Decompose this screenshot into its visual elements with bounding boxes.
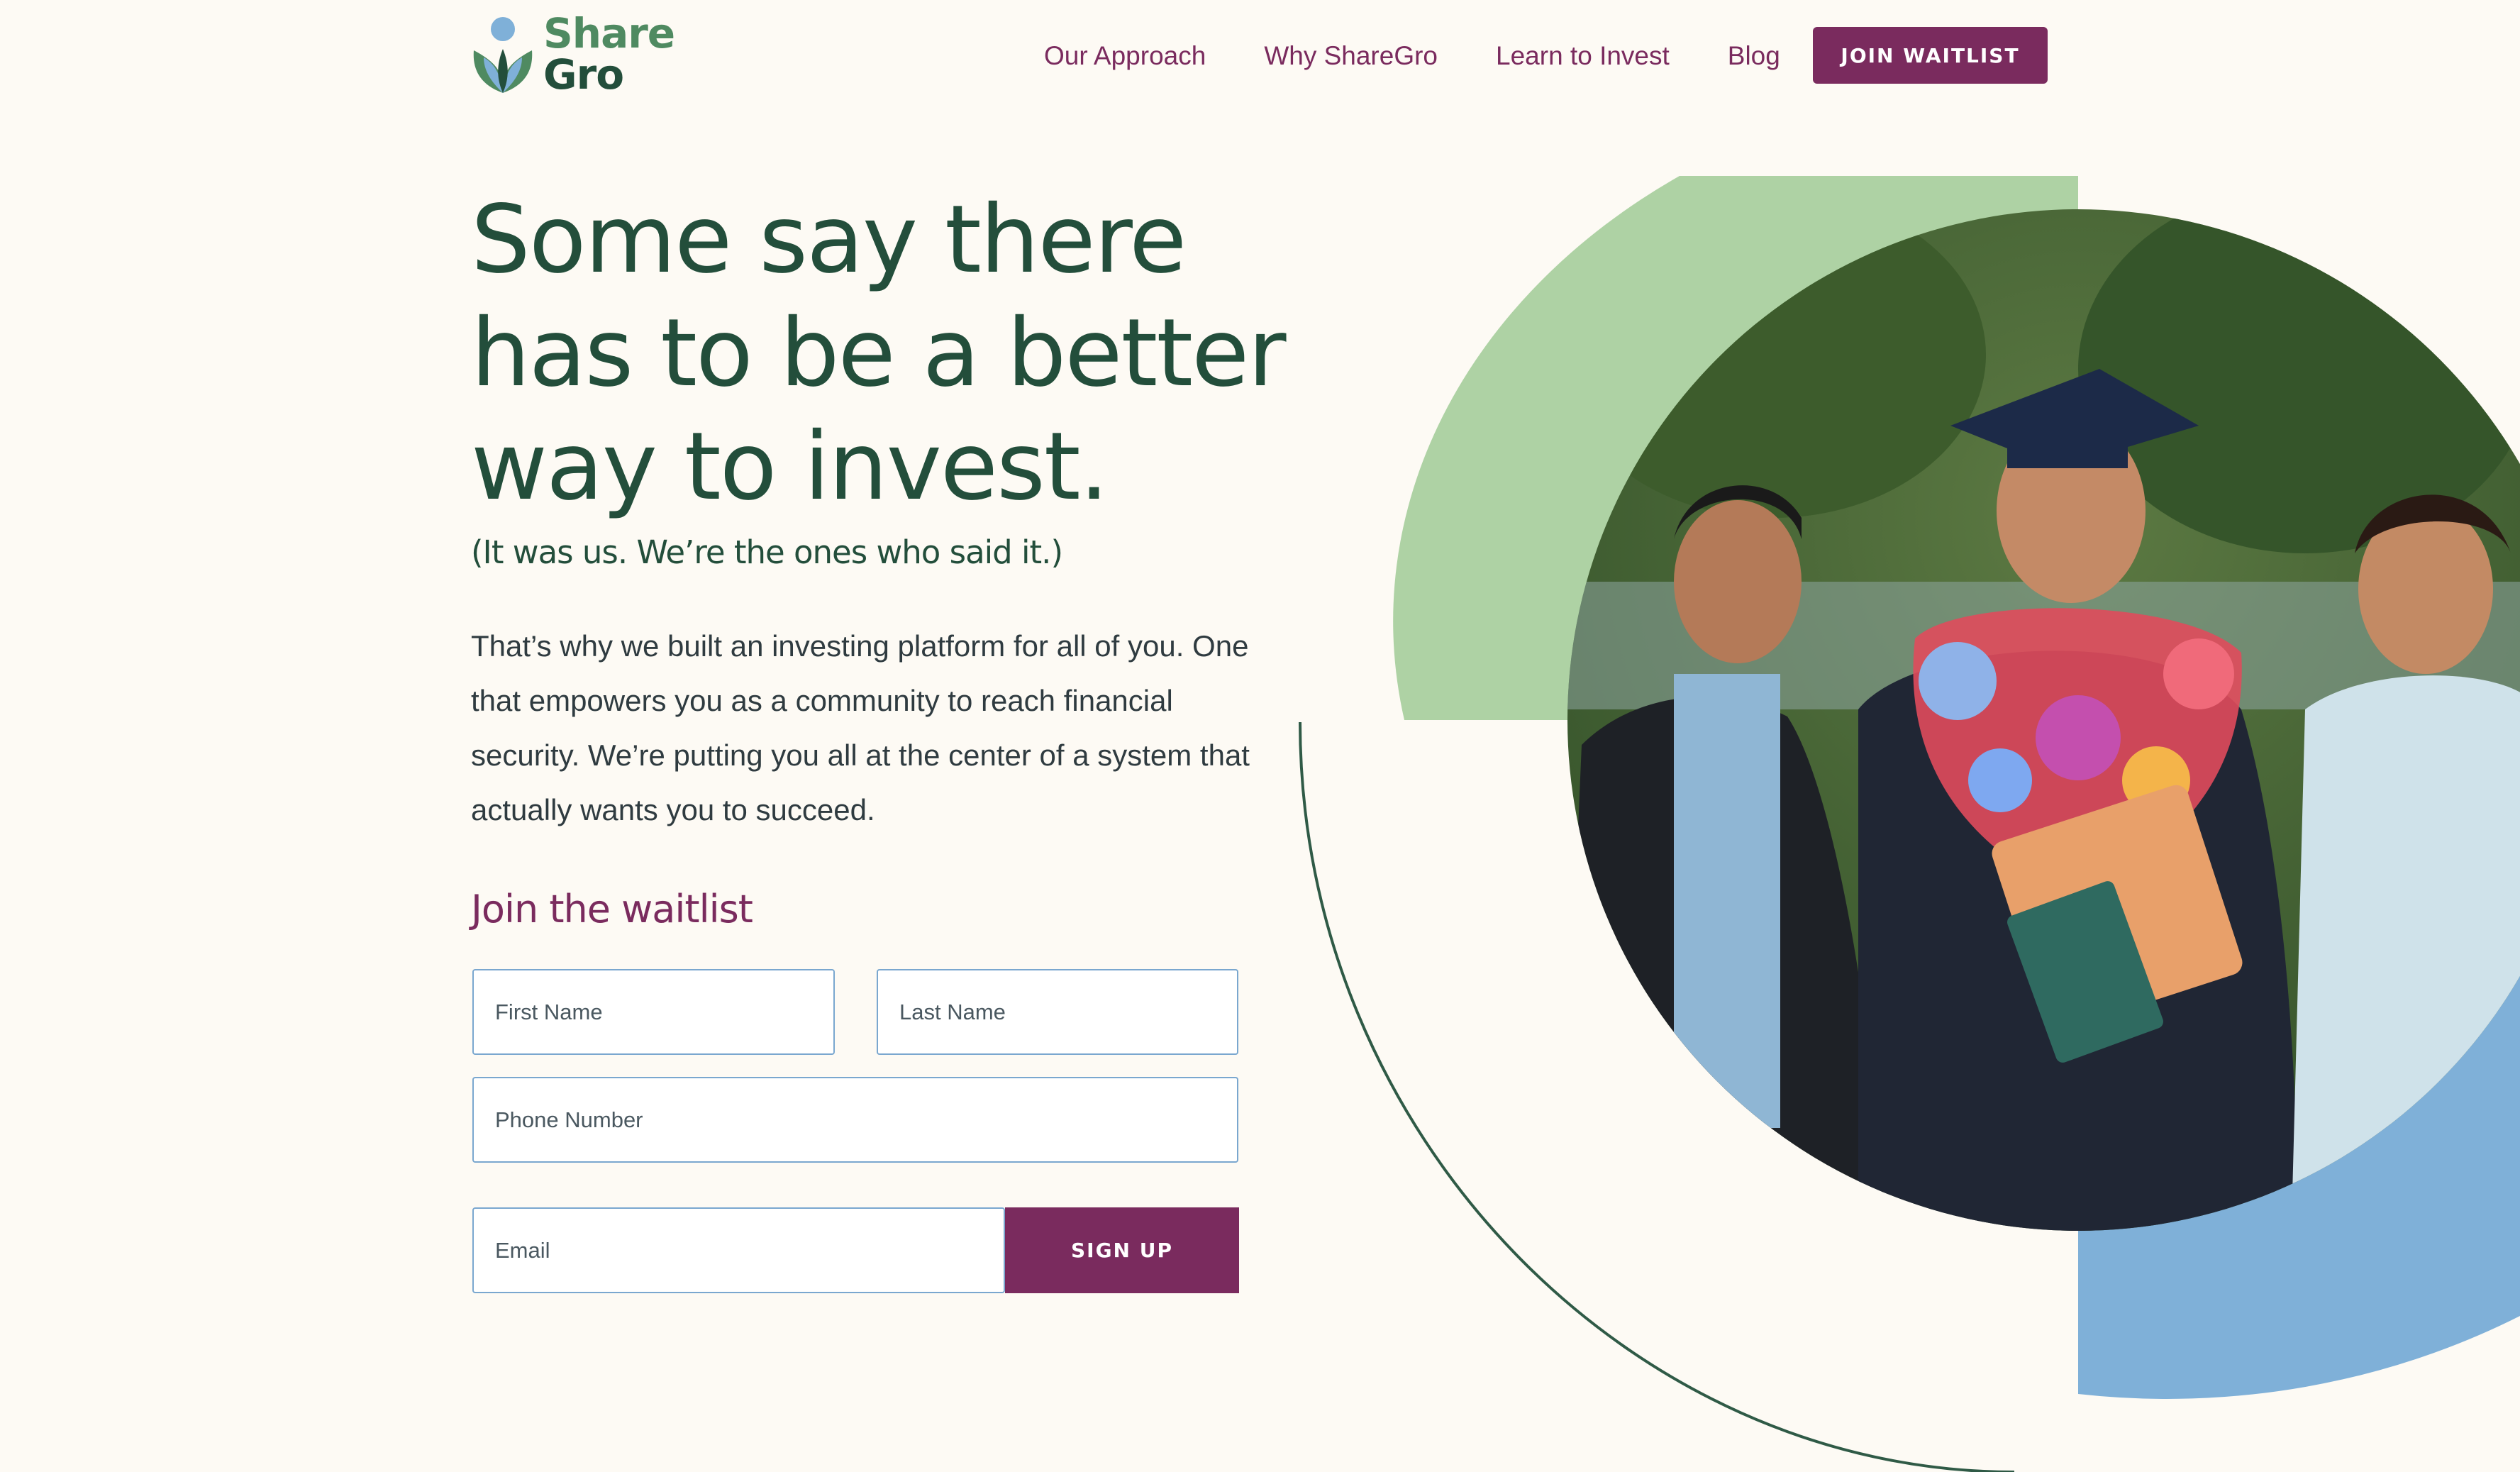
waitlist-heading: Join the waitlist — [471, 887, 753, 931]
email-field[interactable] — [472, 1207, 1005, 1293]
sign-up-button[interactable]: SIGN UP — [1005, 1207, 1239, 1293]
hero-body: That’s why we built an investing platfor… — [471, 629, 1250, 826]
last-name-field[interactable] — [877, 969, 1238, 1055]
phone-number-field[interactable] — [472, 1077, 1238, 1163]
first-name-field[interactable] — [472, 969, 835, 1055]
hero-title: Some say there has to be a better way to… — [471, 185, 1287, 521]
hero-subtitle: (It was us. We’re the ones who said it.) — [471, 533, 1063, 571]
